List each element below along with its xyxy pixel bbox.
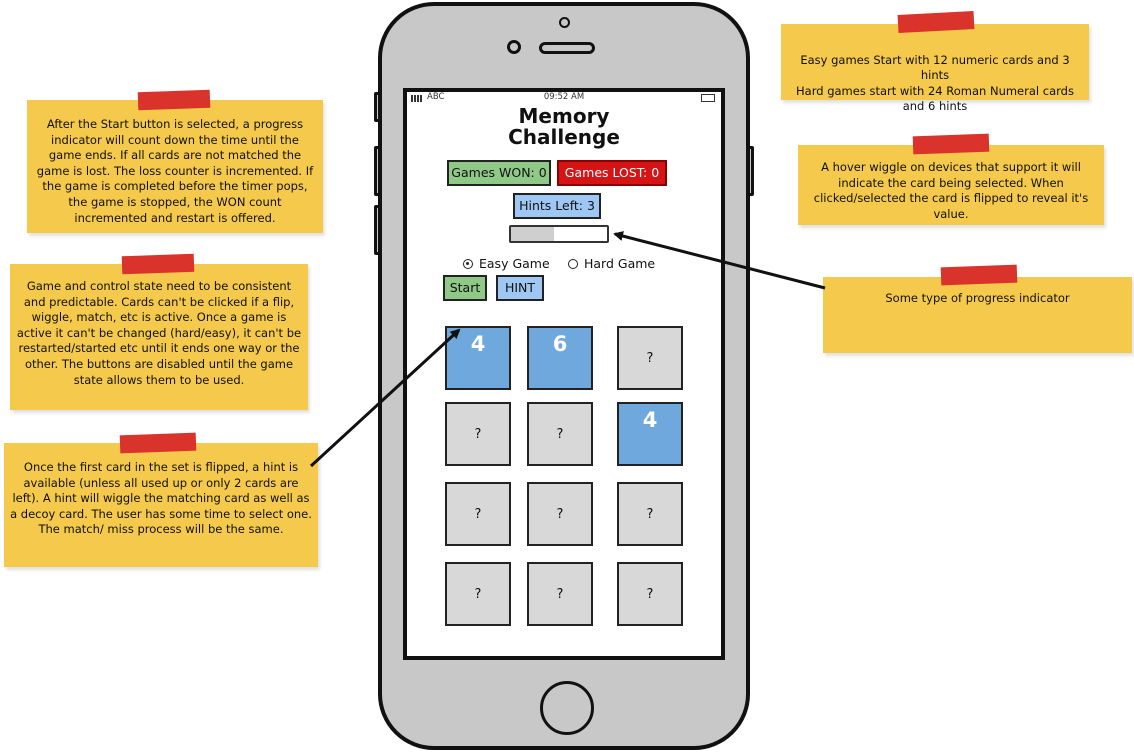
arrow-to-progress <box>613 231 826 290</box>
arrow-to-hint <box>309 328 461 468</box>
annotation-arrows <box>309 231 826 468</box>
